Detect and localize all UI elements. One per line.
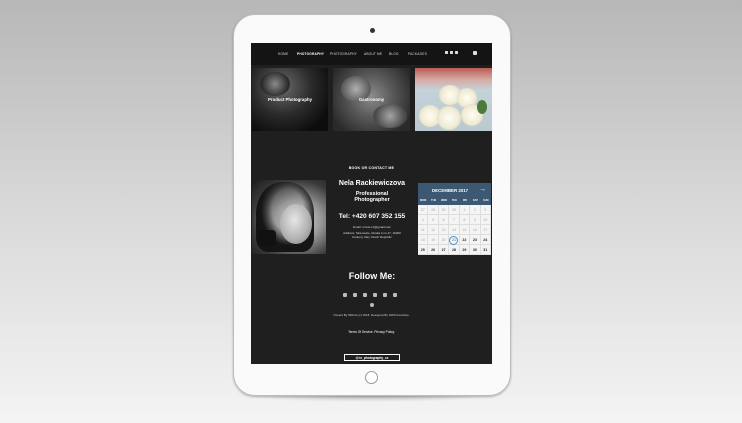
front-camera <box>370 28 375 33</box>
nav-home[interactable]: HOME <box>278 52 288 56</box>
calendar-day[interactable]: 27 <box>418 205 429 215</box>
nav-packages[interactable]: PACKAGES <box>408 52 427 56</box>
weekday-label: TUE <box>431 199 437 202</box>
calendar-day[interactable]: 12 <box>428 225 439 235</box>
contact-role: Professional Photographer <box>331 191 413 203</box>
calendar-day[interactable]: 4 <box>418 215 429 225</box>
weekday-label: SUN <box>483 199 489 202</box>
calendar-day[interactable]: 30 <box>449 205 460 215</box>
skype-icon[interactable] <box>393 293 397 297</box>
gallery-caption-product: Product Photography <box>268 97 312 102</box>
calendar-header: DECEMBER 2017 → <box>418 183 491 197</box>
calendar-day[interactable]: 10 <box>480 215 491 225</box>
footer-terms[interactable]: Terms Of Service. Privacy Policy. <box>251 330 492 334</box>
next-month-arrow-icon[interactable]: → <box>479 186 486 193</box>
calendar-day[interactable]: 16 <box>470 225 481 235</box>
weekday-label: WED <box>441 199 448 202</box>
calendar-day[interactable]: 28 <box>449 245 460 255</box>
facebook-icon[interactable] <box>343 293 347 297</box>
calendar-day[interactable]: 29 <box>438 205 450 215</box>
contact-info: Nela Rackiewiczova Professional Photogra… <box>331 180 413 240</box>
photographer-portrait <box>252 180 326 254</box>
google-plus-icon[interactable] <box>383 293 387 297</box>
calendar-day[interactable]: 30 <box>470 245 481 255</box>
booking-calendar: DECEMBER 2017 → MON TUE WED THU FRI SAT SUN 27… <box>418 183 491 255</box>
calendar-day[interactable]: 5 <box>428 215 439 225</box>
calendar-days: 27 28 29 30 1 2 3 4 5 6 7 8 9 10 11 12 13 14 15 16 17 18 19 20 2… <box>418 205 491 255</box>
contact-role-line-2: Photographer <box>354 197 390 204</box>
calendar-day[interactable]: 14 <box>449 225 460 235</box>
calendar-day[interactable]: 23 <box>470 235 481 245</box>
camera-shape <box>258 230 276 246</box>
instagram-icon[interactable] <box>455 51 458 54</box>
calendar-day[interactable]: 20 <box>438 235 450 245</box>
contact-phone[interactable]: Tel: +420 607 352 155 <box>331 213 413 220</box>
calendar-day[interactable]: 2 <box>470 205 481 215</box>
weekday-label: MON <box>420 199 427 202</box>
calendar-day[interactable]: 25 <box>418 245 429 255</box>
website-screen: HOME PHOTOGRAPHY PHOTOGRAPHY ABOUT ME BL… <box>251 43 492 364</box>
calendar-day[interactable]: 9 <box>470 215 481 225</box>
calendar-day[interactable]: 15 <box>459 225 471 235</box>
contact-name: Nela Rackiewiczova <box>338 180 406 187</box>
contact-address-line-2: Kerkovy Vary Czech Republic <box>352 235 392 240</box>
pinterest-icon[interactable] <box>370 303 374 307</box>
calendar-day[interactable]: 6 <box>438 215 450 225</box>
calendar-day[interactable]: 3 <box>480 205 491 215</box>
calendar-day[interactable]: 24 <box>480 235 491 245</box>
contact-address: Address: Stresovice, Ruska 4 no.17, 1620… <box>331 232 413 240</box>
calendar-day[interactable]: 21 <box>449 235 460 245</box>
contact-email[interactable]: Email: nr.foto.cz@gmail.com <box>331 225 413 229</box>
calendar-month: DECEMBER 2017 <box>432 188 469 193</box>
calendar-day[interactable]: 17 <box>480 225 491 235</box>
calendar-day[interactable]: 26 <box>428 245 439 255</box>
calendar-day[interactable]: 31 <box>480 245 491 255</box>
plate-shape <box>373 104 407 128</box>
calendar-day[interactable]: 18 <box>418 235 429 245</box>
calendar-day[interactable]: 19 <box>428 235 439 245</box>
nav-about-me[interactable]: ABOUT ME <box>364 52 382 56</box>
gallery-caption-gastronomy: Gastronomy <box>358 97 385 102</box>
social-links <box>341 293 405 301</box>
nav-photography-active[interactable]: PHOTOGRAPHY <box>297 52 324 56</box>
calendar-day[interactable]: 7 <box>449 215 460 225</box>
home-button[interactable] <box>365 371 378 384</box>
youtube-icon[interactable] <box>373 293 377 297</box>
nav-blog[interactable]: BLOG <box>389 52 399 56</box>
calendar-day[interactable]: 29 <box>459 245 471 255</box>
cart-icon[interactable] <box>473 51 477 55</box>
book-contact-title: BOOK OR CONTACT ME <box>348 166 395 170</box>
leaf-shape <box>477 100 487 114</box>
calendar-day[interactable]: 11 <box>418 225 429 235</box>
calendar-day[interactable]: 27 <box>438 245 450 255</box>
nav-photography[interactable]: PHOTOGRAPHY <box>330 52 357 56</box>
calendar-day[interactable]: 8 <box>459 215 471 225</box>
calendar-day[interactable]: 1 <box>459 205 471 215</box>
gallery-tile-roses[interactable] <box>415 68 492 131</box>
footer-owned: Owned By NRfoto (c) 2018. Designed By GR… <box>333 313 410 317</box>
tablet-frame: HOME PHOTOGRAPHY PHOTOGRAPHY ABOUT ME BL… <box>233 14 511 396</box>
twitter-icon[interactable] <box>353 293 357 297</box>
calendar-weekdays: MON TUE WED THU FRI SAT SUN <box>418 197 491 205</box>
instagram-handle-button[interactable]: @nr_photography_cz <box>344 354 400 361</box>
nav-bar: HOME PHOTOGRAPHY PHOTOGRAPHY ABOUT ME BL… <box>251 43 492 65</box>
calendar-day[interactable]: 28 <box>428 205 439 215</box>
weekday-label: THU <box>451 199 458 202</box>
gallery-tile-gastronomy[interactable]: Gastronomy <box>333 68 410 131</box>
facebook-icon[interactable] <box>445 51 448 54</box>
calendar-day[interactable]: 13 <box>438 225 450 235</box>
instagram-icon[interactable] <box>363 293 367 297</box>
follow-title: Follow Me: <box>348 271 396 281</box>
weekday-label: FRI <box>462 199 468 202</box>
weekday-label: SAT <box>472 199 478 202</box>
youtube-icon[interactable] <box>450 51 453 54</box>
portrait-face <box>280 204 312 244</box>
product-photo-shape <box>260 72 290 96</box>
gallery-tile-product[interactable]: Product Photography <box>252 68 328 131</box>
calendar-day[interactable]: 22 <box>459 235 471 245</box>
rose-4 <box>437 106 461 130</box>
